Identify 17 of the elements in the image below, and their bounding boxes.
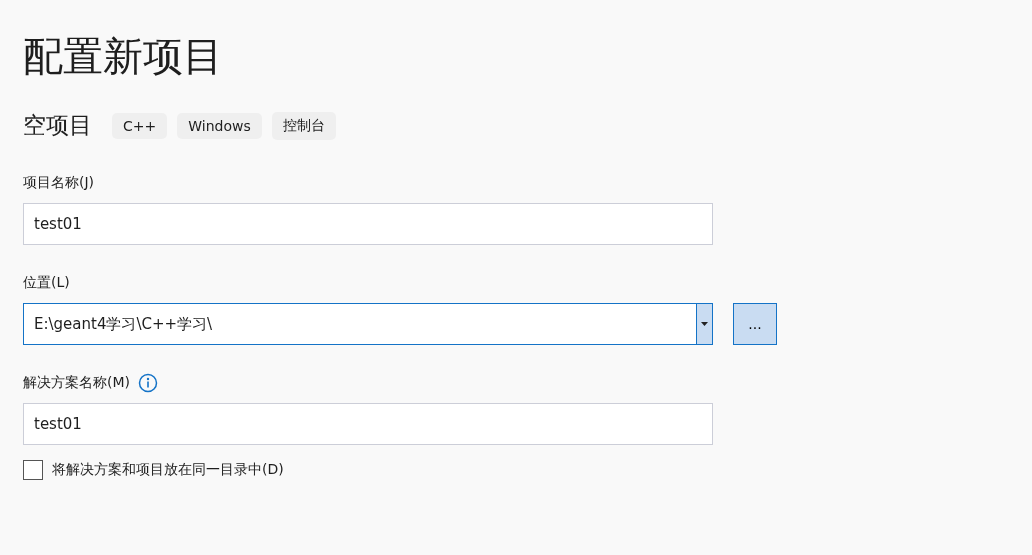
caret-icon [701,322,708,326]
field-label: 位置(L) [23,274,70,292]
location-combo[interactable]: E:\geant4学习\C++学习\ [23,303,713,345]
info-icon[interactable] [138,373,158,393]
template-name: 空项目 [23,111,92,140]
checkbox[interactable] [23,460,43,480]
field-label: 项目名称(J) [23,174,95,192]
tag: Windows [177,112,262,139]
page-title: 配置新项目 [23,32,224,81]
browse-button[interactable]: ... [733,303,777,345]
input-field[interactable]: test01 [23,203,713,245]
tag: C++ [112,112,168,139]
input-field[interactable]: test01 [23,403,713,445]
dropdown-button[interactable] [696,304,712,344]
tag: 控制台 [271,111,336,140]
field-label: 解决方案名称(M) [23,374,130,392]
checkbox-label: 将解决方案和项目放在同一目录中(D) [52,461,284,479]
